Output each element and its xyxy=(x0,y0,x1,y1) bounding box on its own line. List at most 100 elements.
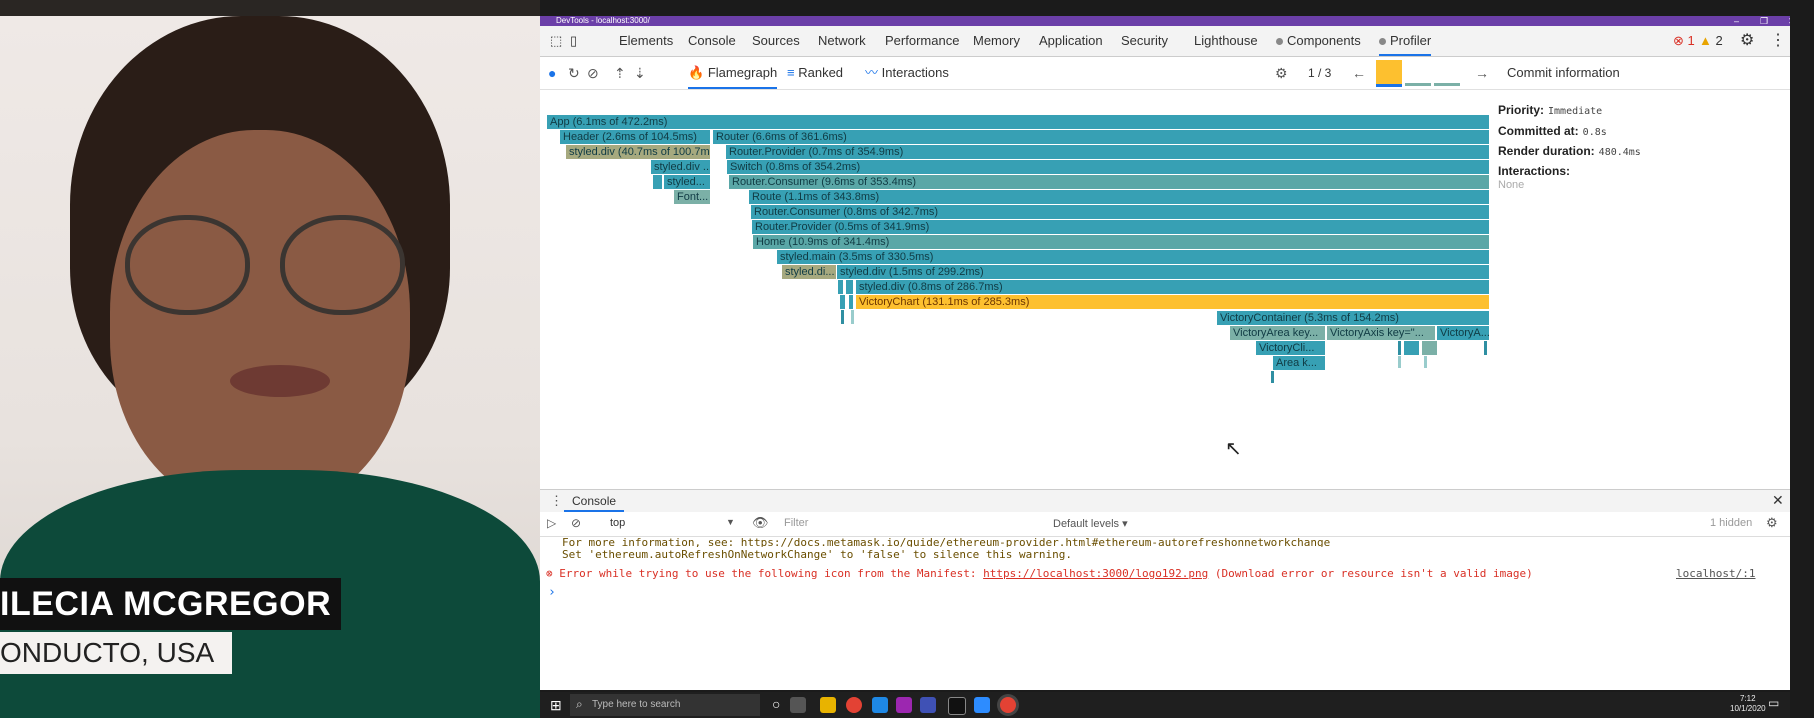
flame-bar[interactable] xyxy=(1404,341,1420,355)
close-drawer-icon[interactable]: ✕ xyxy=(1772,492,1784,509)
flame-bar[interactable]: VictoryArea key... xyxy=(1230,326,1326,340)
more-options-icon[interactable]: ⋮ xyxy=(1770,26,1786,56)
next-commit-icon[interactable]: → xyxy=(1475,65,1489,81)
tab-security[interactable]: Security xyxy=(1121,26,1168,56)
minimize-icon[interactable]: – xyxy=(1718,16,1739,26)
flame-bar[interactable] xyxy=(653,175,663,189)
flame-bar[interactable]: Router.Provider (0.5ms of 341.9ms) xyxy=(752,220,1490,234)
previous-commit-icon[interactable]: ← xyxy=(1352,65,1366,81)
flame-bar[interactable] xyxy=(1424,356,1427,368)
flame-bar[interactable]: Area k... xyxy=(1273,356,1326,370)
flame-bar[interactable]: Route (1.1ms of 343.8ms) xyxy=(749,190,1490,204)
live-expression-eye-icon[interactable]: 👁 xyxy=(752,515,769,531)
close-window-icon[interactable]: ✕ xyxy=(1772,16,1790,26)
tab-components[interactable]: Components xyxy=(1276,26,1361,56)
log-levels-dropdown[interactable]: Default levels ▾ xyxy=(1053,517,1128,530)
load-profile-icon[interactable]: ⇡ xyxy=(614,65,626,81)
flame-bar[interactable]: Router.Consumer (0.8ms of 342.7ms) xyxy=(751,205,1490,219)
flame-bar[interactable]: styled.div (0.8ms of 286.7ms) xyxy=(856,280,1490,294)
chrome-icon[interactable] xyxy=(846,697,862,713)
flame-bar[interactable]: VictoryContainer (5.3ms of 154.2ms) xyxy=(1217,311,1490,325)
terminal-icon[interactable] xyxy=(948,697,966,715)
drawer-tab-console[interactable]: Console xyxy=(564,490,625,512)
flame-bar[interactable]: Home (10.9ms of 341.4ms) xyxy=(753,235,1490,249)
restore-icon[interactable]: ❐ xyxy=(1744,16,1768,26)
flame-bar[interactable]: VictoryA... xyxy=(1437,326,1490,340)
profiler-settings-icon[interactable]: ⚙ xyxy=(1275,65,1288,81)
file-explorer-icon[interactable] xyxy=(820,697,836,713)
flame-bar[interactable] xyxy=(846,280,854,294)
tab-sources[interactable]: Sources xyxy=(752,26,800,56)
reload-profile-icon[interactable]: ↻ xyxy=(568,65,580,81)
commit-bar[interactable] xyxy=(1434,83,1460,86)
flame-bar[interactable]: styled.di... xyxy=(782,265,837,279)
flame-bar[interactable] xyxy=(1398,341,1401,355)
tab-performance[interactable]: Performance xyxy=(885,26,959,56)
chevron-down-icon[interactable]: ▼ xyxy=(726,517,735,527)
flame-bar[interactable]: Switch (0.8ms of 354.2ms) xyxy=(727,160,1490,174)
flame-bar[interactable]: styled.div ... xyxy=(651,160,711,174)
tab-application[interactable]: Application xyxy=(1039,26,1103,56)
error-source-link[interactable]: localhost/:1 xyxy=(1676,567,1755,580)
windows-start-icon[interactable]: ⊞ xyxy=(550,697,562,714)
flame-bar[interactable]: VictoryCli... xyxy=(1256,341,1326,355)
chrome-active-icon[interactable] xyxy=(1000,697,1016,713)
taskbar-search-box[interactable]: ⌕ Type here to search xyxy=(570,694,760,716)
tab-console[interactable]: Console xyxy=(688,26,736,56)
flame-bar[interactable]: Router (6.6ms of 361.6ms) xyxy=(713,130,1490,144)
settings-gear-icon[interactable]: ⚙ xyxy=(1740,26,1754,56)
filter-input[interactable]: Filter xyxy=(784,517,808,529)
tab-memory[interactable]: Memory xyxy=(973,26,1020,56)
flame-bar[interactable] xyxy=(851,310,854,324)
flame-bar[interactable]: Header (2.6ms of 104.5ms) xyxy=(560,130,711,144)
sidebar-toggle-icon[interactable]: ▷ xyxy=(547,516,556,530)
vscode-icon[interactable] xyxy=(872,697,888,713)
flame-bar[interactable]: styled... xyxy=(664,175,711,189)
flame-bar[interactable] xyxy=(840,295,846,309)
console-settings-icon[interactable]: ⚙ xyxy=(1766,515,1778,531)
tab-network[interactable]: Network xyxy=(818,26,866,56)
flame-bar[interactable]: styled.div (1.5ms of 299.2ms) xyxy=(837,265,1490,279)
flame-bar[interactable]: Router.Provider (0.7ms of 354.9ms) xyxy=(726,145,1490,159)
interactions-view-button[interactable]: 〰 Interactions xyxy=(865,57,949,89)
flame-bar[interactable] xyxy=(849,295,854,309)
flame-bar[interactable]: VictoryAxis key="... xyxy=(1327,326,1436,340)
flame-bar[interactable] xyxy=(1422,341,1438,355)
console-prompt[interactable]: › xyxy=(548,585,556,600)
notifications-icon[interactable]: ▭ xyxy=(1768,696,1779,710)
flame-bar[interactable]: Font... xyxy=(674,190,711,204)
clear-icon[interactable]: ⊘ xyxy=(587,65,599,81)
flame-bar[interactable]: App (6.1ms of 472.2ms) xyxy=(547,115,1490,129)
flame-bar[interactable] xyxy=(838,280,844,294)
commit-bar[interactable] xyxy=(1405,83,1431,86)
tab-elements[interactable]: Elements xyxy=(619,26,673,56)
commit-bar-selected[interactable] xyxy=(1376,60,1402,87)
flame-bar[interactable] xyxy=(1484,341,1487,355)
context-select[interactable]: top xyxy=(610,517,625,529)
ranked-view-button[interactable]: ≡ Ranked xyxy=(787,57,843,89)
drawer-menu-icon[interactable]: ⋮ xyxy=(550,493,563,509)
error-url-link[interactable]: https://localhost:3000/logo192.png xyxy=(983,567,1208,580)
task-view-icon[interactable] xyxy=(790,697,806,713)
clear-console-icon[interactable]: ⊘ xyxy=(571,516,581,530)
app-icon[interactable] xyxy=(920,697,936,713)
record-icon[interactable]: ● xyxy=(548,65,556,81)
flame-bar[interactable] xyxy=(1398,356,1401,368)
cortana-icon[interactable]: ○ xyxy=(772,696,780,712)
device-toolbar-icon[interactable]: ▯ xyxy=(570,26,577,56)
flame-bar[interactable]: Router.Consumer (9.6ms of 353.4ms) xyxy=(729,175,1490,189)
flame-bar[interactable] xyxy=(841,310,844,324)
tab-lighthouse[interactable]: Lighthouse xyxy=(1194,26,1258,56)
flamegraph-view-button[interactable]: 🔥 Flamegraph xyxy=(688,57,778,89)
flame-bar[interactable] xyxy=(1271,371,1274,383)
save-profile-icon[interactable]: ⇣ xyxy=(634,65,646,81)
flame-bar[interactable]: styled.div (40.7ms of 100.7ms) xyxy=(566,145,711,159)
warning-count-badge[interactable]: ▲ 2 xyxy=(1699,26,1723,56)
flame-bar-selected[interactable]: VictoryChart (131.1ms of 285.3ms) xyxy=(856,295,1490,309)
app-icon[interactable] xyxy=(896,697,912,713)
inspect-element-icon[interactable]: ⬚ xyxy=(550,26,562,56)
flame-bar[interactable]: styled.main (3.5ms of 330.5ms) xyxy=(777,250,1490,264)
tab-profiler[interactable]: Profiler xyxy=(1379,26,1432,56)
error-count-badge[interactable]: ⊗ 1 xyxy=(1673,26,1695,56)
zoom-icon[interactable] xyxy=(974,697,990,713)
